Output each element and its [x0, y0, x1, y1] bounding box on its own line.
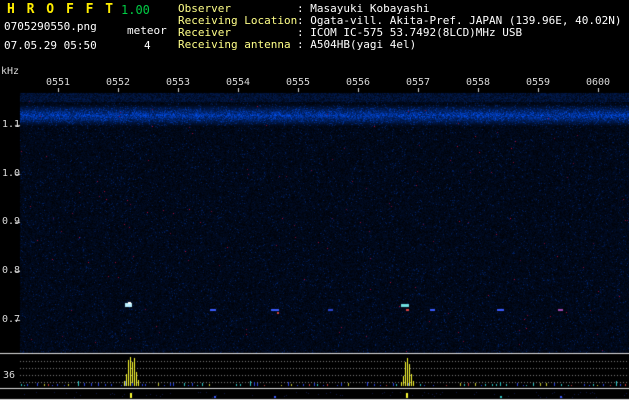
spectrogram-canvas [0, 88, 629, 400]
info-value-antenna: : A504HB(yagi 4el) [297, 38, 417, 51]
x-tick-label: 0555 [285, 77, 311, 88]
y-tick-label: 0.8 [2, 265, 21, 276]
app-title: H R O F F T [7, 2, 116, 17]
info-row-antenna: Receiving antenna : A504HB(yagi 4el) [178, 39, 416, 51]
x-tick-label: 0600 [585, 77, 611, 88]
x-tick-label: 0553 [165, 77, 191, 88]
x-tick-label: 0554 [225, 77, 251, 88]
y-axis-tick-labels: 1.1 1.0 0.9 0.8 0.7 [0, 0, 20, 400]
y-tick-label: 1.0 [2, 168, 21, 179]
x-tick-label: 0557 [405, 77, 431, 88]
x-tick-label: 0556 [345, 77, 371, 88]
hrofft-output-window: H R O F F T 1.00 0705290550.png meteor 0… [0, 0, 629, 400]
app-version: 1.00 [121, 3, 150, 17]
x-axis-tick-labels: 0551 0552 0553 0554 0555 0556 0557 0558 0559 0600 [0, 77, 629, 89]
y-tick-label: 1.1 [2, 119, 21, 130]
y-tick-label: 0.9 [2, 216, 21, 227]
x-tick-label: 0552 [105, 77, 131, 88]
x-tick-label: 0559 [525, 77, 551, 88]
y-tick-label: 0.7 [2, 314, 21, 325]
level-panel-label: 36 [3, 370, 16, 381]
mode-label: meteor [127, 24, 167, 37]
x-tick-label: 0558 [465, 77, 491, 88]
x-tick-label: 0551 [45, 77, 71, 88]
meteor-count: 4 [144, 39, 151, 52]
info-label-antenna: Receiving antenna [178, 38, 291, 51]
